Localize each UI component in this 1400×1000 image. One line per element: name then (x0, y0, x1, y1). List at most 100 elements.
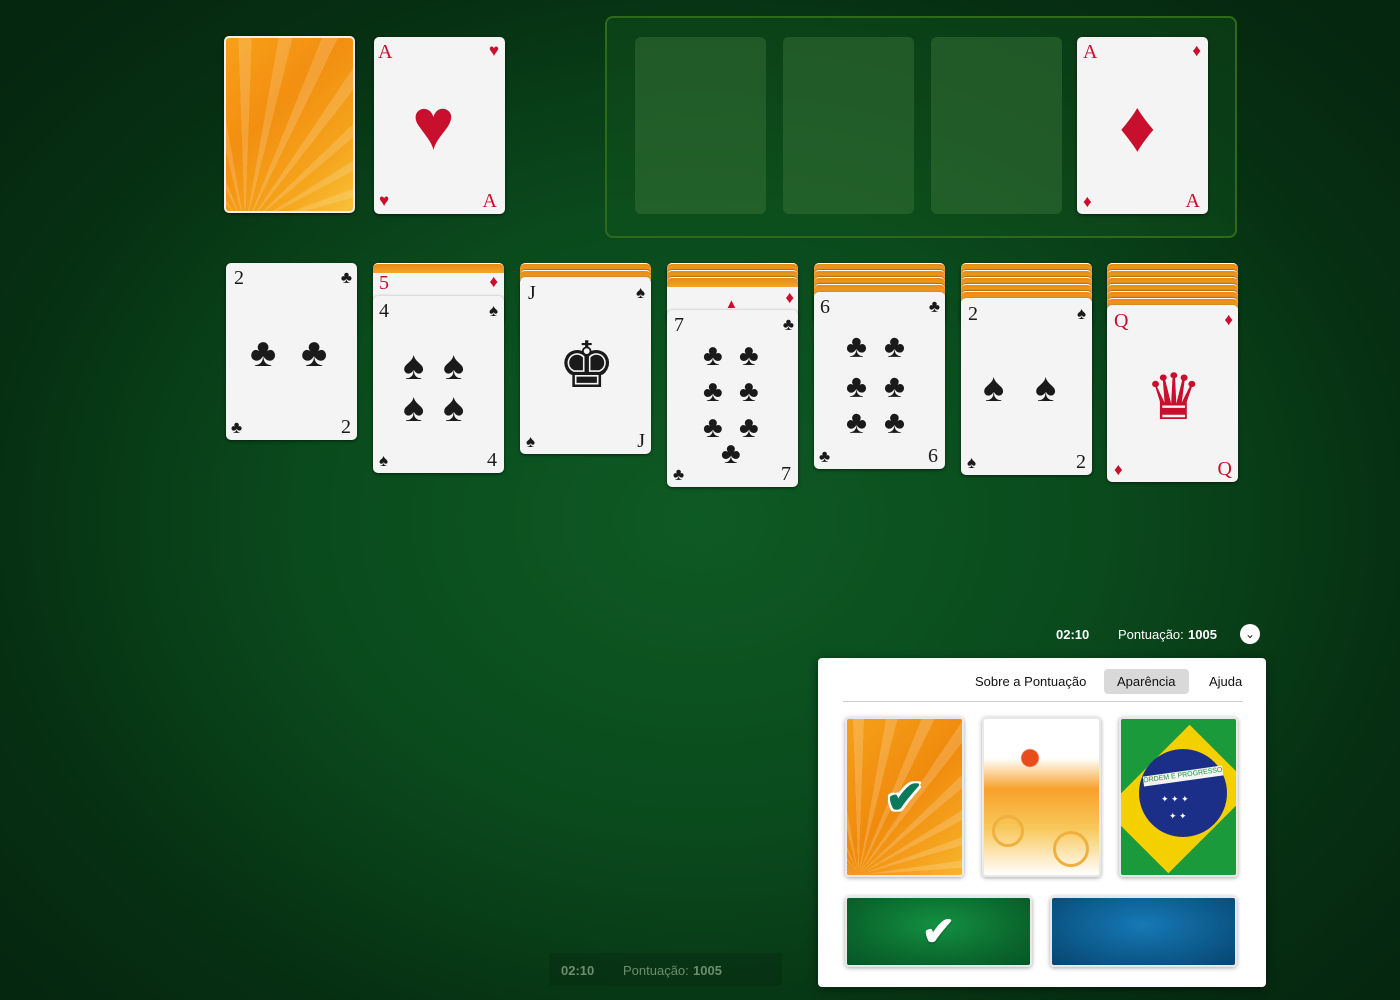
card-rank: 4 (379, 300, 389, 322)
card-suit: ♣ (340, 268, 352, 287)
queen-face-icon: ♛ (1145, 361, 1203, 433)
star-icon: ✦ ✦ ✦ (1161, 794, 1189, 804)
card-suit-bottom: ♠ (967, 453, 977, 472)
card-rank: J (528, 282, 536, 304)
card-pip: ♠ (443, 386, 465, 430)
bottom-score-label: Pontuação: (623, 963, 689, 978)
bottom-score-value: 1005 (693, 963, 722, 978)
card-suit: ♥ (488, 41, 499, 60)
tab-help[interactable]: Ajuda (1196, 669, 1255, 694)
tab-appearance[interactable]: Aparência (1104, 669, 1189, 694)
selected-check-icon: ✔ (885, 771, 924, 823)
tableau-1-card-2-clubs[interactable]: 2 ♣ ♣ ♣ ♣ 2 (226, 263, 357, 440)
card-pip: ♣ (703, 411, 723, 444)
star-icon: ✦ ✦ (1169, 811, 1187, 821)
card-suit: ♣ (928, 297, 940, 316)
tab-divider (843, 701, 1243, 702)
card-suit: ♦ (489, 272, 498, 291)
card-pip: ♣ (739, 411, 759, 444)
bottom-timer: 02:10 (561, 963, 595, 978)
tableau-3-card-jack-spades[interactable]: J ♠ ♚ ♠ J (520, 277, 651, 454)
card-rank-bottom: Q (1217, 458, 1232, 480)
card-rank: Q (1114, 310, 1129, 332)
card-rank-bottom: A (1185, 190, 1200, 212)
card-pip: ♣ (739, 339, 759, 372)
card-suit-bottom: ♥ (379, 191, 390, 210)
card-pip: ♣ (721, 437, 741, 470)
card-suit-bottom: ♦ (1114, 460, 1123, 479)
card-center-suit: ♦ (1119, 87, 1156, 167)
card-back-option-splash[interactable] (982, 717, 1101, 877)
card-rank-bottom: J (637, 430, 645, 452)
swirl-icon (992, 815, 1024, 847)
bottom-status-bar: 02:10 Pontuação: 1005 (549, 953, 782, 986)
flag-globe (1139, 749, 1227, 837)
tableau-7-card-queen-diamonds[interactable]: Q ♦ ♛ ♦ Q (1107, 305, 1238, 482)
card-pip: ♠ (443, 344, 465, 388)
card-rank: 2 (234, 267, 244, 289)
card-pip: ♣ (846, 328, 867, 364)
tableau-5-card-6-clubs[interactable]: 6 ♣ ♣ ♣ ♣ ♣ ♣ ♣ ♣ 6 (814, 292, 945, 469)
card-pip: ♣ (846, 404, 867, 440)
card-suit-bottom: ♠ (379, 451, 389, 470)
card-edge (373, 263, 504, 273)
card-pip: ♣ (884, 368, 905, 404)
tableau-6-card-2-spades[interactable]: 2 ♠ ♠ ♠ ♠ 2 (961, 298, 1092, 475)
card-center-suit: ♥ (412, 85, 455, 165)
card-pip: ♣ (846, 368, 867, 404)
foundation-slot-3[interactable] (931, 37, 1062, 214)
card-rank-bottom: 2 (1076, 451, 1086, 473)
card-pip: ♠ (403, 344, 425, 388)
card-suit-bottom: ♦ (1083, 192, 1092, 211)
card-suit: ♠ (1076, 304, 1086, 323)
settings-panel: Sobre a Pontuação Aparência Ajuda ✔ ORDE… (818, 658, 1266, 987)
card-peek-suit: ♦ (785, 288, 794, 307)
card-suit: ♠ (635, 283, 645, 302)
stock-pile[interactable] (224, 36, 355, 213)
card-rank: 7 (674, 314, 684, 336)
score-label: Pontuação: (1118, 627, 1184, 642)
card-pip: ♣ (884, 328, 905, 364)
table-color-green[interactable]: ✔ (845, 896, 1032, 967)
card-suit: ♠ (488, 301, 498, 320)
card-back-option-orange[interactable]: ✔ (845, 717, 964, 877)
card-pip: ♠ (403, 386, 425, 430)
card-pip: ♠ (1035, 366, 1057, 410)
tableau-4-card-7-clubs[interactable]: 7 ♣ ♣ ♣ ♣ ♣ ♣ ♣ ♣ ♣ 7 (667, 310, 798, 487)
foundation-card-ace-diamonds[interactable]: A ♦ ♦ ♦ A (1077, 37, 1208, 214)
chevron-down-icon[interactable]: ⌄ (1240, 624, 1260, 644)
card-suit-bottom: ♠ (526, 432, 536, 451)
card-rank-bottom: 4 (487, 449, 497, 471)
card-rank: 6 (820, 296, 830, 318)
score-value: 1005 (1188, 627, 1217, 642)
card-back-option-brazil-flag[interactable]: ORDEM E PROGRESSO ✦ ✦ ✦ ✦ ✦ (1119, 717, 1238, 877)
jack-face-icon: ♚ (558, 329, 616, 401)
card-rank-bottom: 2 (341, 416, 351, 438)
selected-check-icon: ✔ (921, 909, 956, 954)
card-rank: 2 (968, 303, 978, 325)
card-suit: ♦ (1192, 41, 1201, 60)
foundation-slot-2[interactable] (783, 37, 914, 214)
card-suit-bottom: ♣ (819, 447, 831, 466)
tableau-2-card-4-spades[interactable]: 4 ♠ ♠ ♠ ♠ ♠ ♠ 4 (373, 296, 504, 473)
card-rank-bottom: A (482, 190, 497, 212)
card-pip: ♣ (250, 331, 277, 375)
card-pip: ♣ (301, 331, 328, 375)
card-suit-bottom: ♣ (231, 418, 243, 437)
card-pip: ♣ (703, 375, 723, 408)
card-pip: ♣ (739, 375, 759, 408)
card-rank: A (1083, 41, 1098, 63)
swirl-icon (1053, 831, 1089, 867)
waste-card-ace-hearts[interactable]: A ♥ ♥ ♥ A (374, 37, 505, 214)
card-back-edge (667, 277, 798, 287)
card-pip: ♠ (983, 366, 1005, 410)
card-suit: ♣ (782, 315, 794, 334)
card-suit-bottom: ♣ (673, 465, 685, 484)
foundation-slot-1[interactable] (635, 37, 766, 214)
card-rank: 5 (379, 272, 389, 294)
table-color-blue[interactable] (1050, 896, 1237, 967)
tab-scoring[interactable]: Sobre a Pontuação (962, 669, 1099, 694)
card-rank-bottom: 7 (781, 463, 791, 485)
card-rank-bottom: 6 (928, 445, 938, 467)
card-rank: A (378, 41, 393, 63)
